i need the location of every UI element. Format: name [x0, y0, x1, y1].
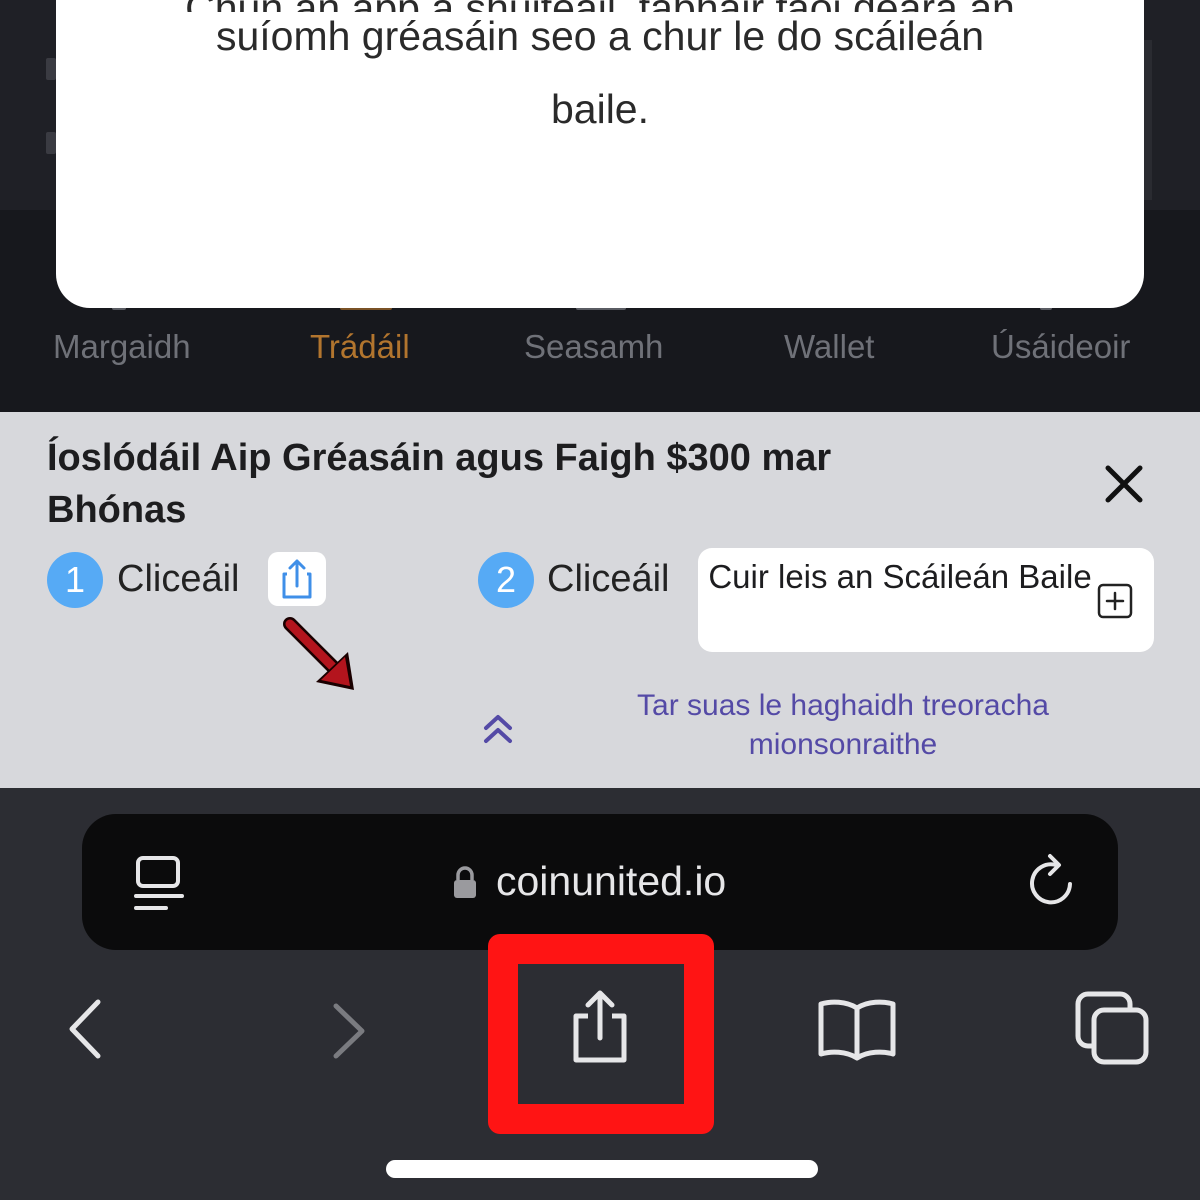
tab-user[interactable]: Úsáideoir [991, 328, 1130, 366]
share-icon [282, 559, 312, 599]
tab-trade[interactable]: Trádáil [310, 328, 410, 366]
reload-button[interactable] [1026, 852, 1078, 915]
step-1-label: Cliceáil [117, 558, 240, 600]
install-modal: Chun an app a shuiteáil, tabhair faoi de… [56, 0, 1144, 308]
modal-text-cut-line: Chun an app a shuiteáil, tabhair faoi de… [56, 0, 1144, 12]
double-chevron-up-icon [484, 715, 512, 743]
bookmarks-icon [818, 999, 896, 1061]
reader-mode-icon [134, 856, 184, 910]
tab-markets[interactable]: Margaidh [53, 328, 191, 366]
close-icon [1105, 465, 1143, 503]
step-2-badge: 2 [478, 552, 534, 608]
tab-wallet[interactable]: Wallet [784, 328, 874, 366]
tab-positions[interactable]: Seasamh [524, 328, 663, 366]
scrollbar-fragment [1144, 40, 1152, 200]
tabs-icon [1075, 991, 1149, 1065]
reload-icon [1030, 854, 1072, 905]
modal-message: Chun an app a shuiteáil, tabhair faoi de… [56, 0, 1144, 146]
url-text: coinunited.io [496, 858, 727, 904]
install-banner: Íoslódáil Aip Gréasáin agus Faigh $300 m… [0, 412, 1200, 788]
share-button-highlight [488, 934, 714, 1134]
close-button[interactable] [1100, 460, 1148, 508]
back-icon [69, 999, 101, 1059]
back-button[interactable] [64, 996, 108, 1067]
home-indicator[interactable] [386, 1160, 818, 1178]
reader-mode-button[interactable] [132, 854, 186, 917]
add-to-home-screen-button[interactable]: Cuir leis an Scáileán Baile [698, 548, 1154, 652]
step-1-badge: 1 [47, 552, 103, 608]
pointer-arrow-graphic [283, 617, 354, 690]
forward-icon [333, 1003, 365, 1059]
step-2-label: Cliceáil [547, 558, 670, 600]
partial-text-fragment [46, 132, 56, 154]
modal-text-line: baile. [550, 86, 649, 132]
tabs-button[interactable] [1074, 990, 1152, 1071]
plus-square-icon [1097, 583, 1133, 619]
address-bar[interactable]: coinunited.io [82, 814, 1118, 950]
step-1-share-chip [268, 552, 326, 606]
partial-text-fragment [46, 58, 56, 80]
forward-button[interactable] [326, 1000, 370, 1067]
detailed-instructions-link[interactable]: Tar suas le haghaidh treoracha mionsonra… [578, 686, 1108, 764]
bookmarks-button[interactable] [816, 996, 898, 1067]
banner-title: Íoslódáil Aip Gréasáin agus Faigh $300 m… [47, 437, 832, 531]
add-to-home-screen-label: Cuir leis an Scáileán Baile [708, 558, 1092, 595]
lock-icon [454, 866, 476, 898]
